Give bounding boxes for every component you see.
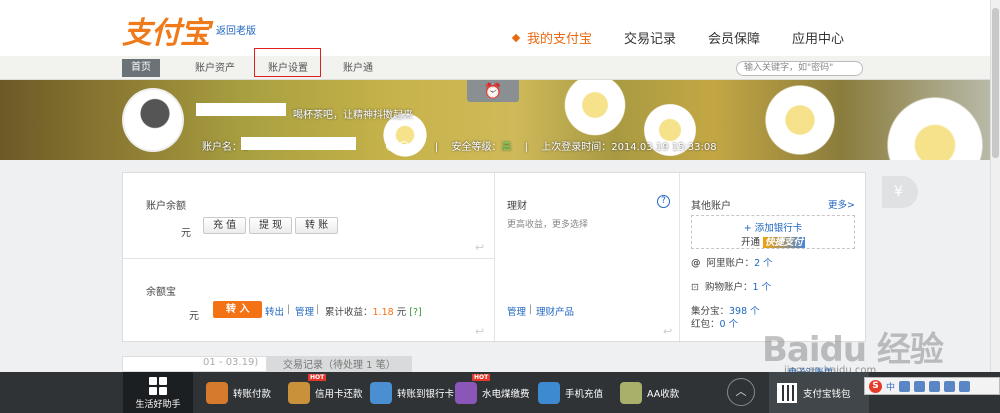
tab-home[interactable]: 首页 [122, 59, 160, 77]
recharge-button[interactable]: 充 值 [203, 217, 247, 234]
account-overview-card: 账户余额 元 充 值 提 现 转 账 ↩ 余额宝 元 转 入 转出 | 管理 |… [122, 172, 867, 343]
transfer-button[interactable]: 转 账 [295, 217, 339, 234]
active-dot-icon [511, 33, 521, 43]
trade-record-tab[interactable]: 交易记录（待处理 1 笔） [267, 356, 412, 372]
help-icon[interactable]: ? [657, 195, 670, 208]
arrow-icon[interactable]: ↩ [475, 241, 484, 254]
app-utilities[interactable]: 水电煤缴费 [455, 372, 530, 413]
hot-badge: HOT [472, 374, 491, 381]
transfer-pay-icon [206, 381, 228, 404]
life-assistant-button[interactable]: 生活好助手 [123, 372, 193, 413]
account-mask [241, 137, 356, 150]
bottom-toolbar: 生活好助手 转账付款 信用卡还款 HOT 转账到银行卡 水电煤缴费 HOT 手机… [0, 372, 1000, 413]
nickname-mask [196, 103, 286, 116]
earnings-value: 1.18 [372, 307, 394, 318]
app-transfer-pay[interactable]: 转账付款 [206, 372, 271, 413]
arrow-icon[interactable]: ↩ [475, 325, 484, 338]
app-mobile-topup[interactable]: 手机充值 [538, 372, 603, 413]
other-accounts-column: 其他账户 更多> + 添加银行卡 开通 快捷支付 @ 阿里账户：2 个 ⊡ 购物… [680, 173, 867, 343]
balance-title: 账户余额 [146, 201, 186, 212]
transfer-in-button[interactable]: 转 入 [213, 301, 263, 318]
arrow-icon[interactable]: ↩ [663, 325, 672, 338]
avatar-image [130, 96, 180, 146]
finance-manage-link[interactable]: 管理 [507, 304, 526, 318]
jifenbao-row[interactable]: 集分宝：398 个 [691, 303, 760, 317]
yen-icon[interactable]: ¥ [882, 176, 918, 208]
balance-column: 账户余额 元 充 值 提 现 转 账 ↩ 余额宝 元 转 入 转出 | 管理 |… [123, 173, 495, 343]
add-bank-card-link[interactable]: + 添加银行卡 [692, 220, 854, 234]
scrollbar-thumb[interactable] [992, 8, 999, 158]
back-to-old-link[interactable]: 返回老版 [216, 22, 256, 37]
hongbao-row[interactable]: 红包：0 个 [691, 316, 738, 330]
app-aa-collect[interactable]: AA收款 [620, 372, 679, 413]
greeting-text: 喝杯茶吧，让精神抖擞起来 [293, 110, 413, 121]
main-nav: 我的支付宝 交易记录 会员保障 应用中心 [511, 28, 876, 47]
alarm-clock-icon[interactable]: ⏰ [467, 80, 519, 102]
alipay-logo[interactable]: 支付宝 [122, 8, 210, 52]
other-accounts-title: 其他账户 [691, 201, 731, 212]
yuebao-title: 余额宝 [146, 287, 176, 298]
ali-logo-icon: @ [691, 258, 701, 269]
earnings: 累计收益：1.18 元 [?] [325, 307, 422, 318]
phone-icon[interactable] [411, 141, 422, 151]
id-verify-icon[interactable] [385, 141, 396, 151]
ali-account-row[interactable]: @ 阿里账户：2 个 [691, 255, 773, 269]
baidu-watermark: Baidu 经验 jingyan.baidu.com [762, 330, 944, 376]
tab-account-assets[interactable]: 账户资产 [186, 60, 244, 78]
nav-app-center[interactable]: 应用中心 [792, 28, 844, 47]
scrollbar[interactable] [990, 0, 1000, 413]
ime-toolbar[interactable]: S 中 [864, 377, 1000, 395]
grid-icon [149, 377, 167, 395]
earnings-help-link[interactable]: [?] [409, 307, 421, 318]
kuaijie-logo: 快捷支付 [763, 237, 806, 248]
avatar[interactable] [122, 88, 184, 152]
tab-account-pass[interactable]: 账户通 [334, 60, 382, 78]
shopping-account-row[interactable]: ⊡ 购物账户：1 个 [691, 279, 771, 293]
qr-icon [777, 382, 797, 403]
hot-badge: HOT [308, 374, 327, 381]
sogou-icon: S [869, 379, 882, 393]
security-level: 高 [501, 142, 512, 153]
withdraw-button[interactable]: 提 现 [249, 217, 293, 234]
aa-collect-icon [620, 381, 642, 404]
top-header: 支付宝 返回老版 我的支付宝 交易记录 会员保障 应用中心 [0, 0, 990, 56]
finance-column: 理财 ? 更高收益，更多选择 管理 | 理财产品 ↩ [495, 173, 680, 343]
add-bank-card-box[interactable]: + 添加银行卡 开通 快捷支付 [691, 215, 855, 249]
finance-subtitle: 更高收益，更多选择 [507, 220, 589, 230]
highlight-box [254, 48, 321, 77]
cart-icon: ⊡ [691, 282, 699, 293]
logo-text: 支付宝 [122, 16, 210, 51]
search-input[interactable]: 输入关键字，如"密码" [736, 61, 863, 76]
date-range-tab[interactable]: 01 - 03.19) [122, 356, 267, 372]
last-login: 上次登录时间：2014.03.19 15:33:08 [541, 142, 717, 153]
utilities-icon [455, 381, 477, 404]
credit-card-icon [288, 381, 310, 404]
bank-transfer-icon [370, 381, 392, 404]
flower-decoration [880, 90, 990, 160]
alipay-wallet-button[interactable]: 支付宝钱包 [769, 372, 869, 413]
transfer-out-link[interactable]: 转出 [265, 304, 284, 318]
certificate-icon[interactable] [398, 141, 409, 151]
nav-trade-records[interactable]: 交易记录 [624, 28, 676, 47]
more-link[interactable]: 更多> [828, 197, 855, 211]
finance-products-link[interactable]: 理财产品 [536, 304, 574, 318]
finance-title: 理财 [507, 201, 527, 212]
divider [123, 258, 494, 259]
balance-unit: 元 [181, 228, 191, 239]
yuebao-manage-link[interactable]: 管理 [295, 304, 314, 318]
mobile-topup-icon [538, 381, 560, 404]
nav-my-alipay[interactable]: 我的支付宝 [511, 28, 592, 47]
yuebao-unit: 元 [189, 311, 199, 322]
chevron-up-icon[interactable]: ︿ [727, 378, 755, 406]
flower-decoration [760, 80, 840, 160]
app-bank-transfer[interactable]: 转账到银行卡 [370, 372, 454, 413]
flower-decoration [560, 80, 630, 140]
nav-member-protection[interactable]: 会员保障 [708, 28, 760, 47]
